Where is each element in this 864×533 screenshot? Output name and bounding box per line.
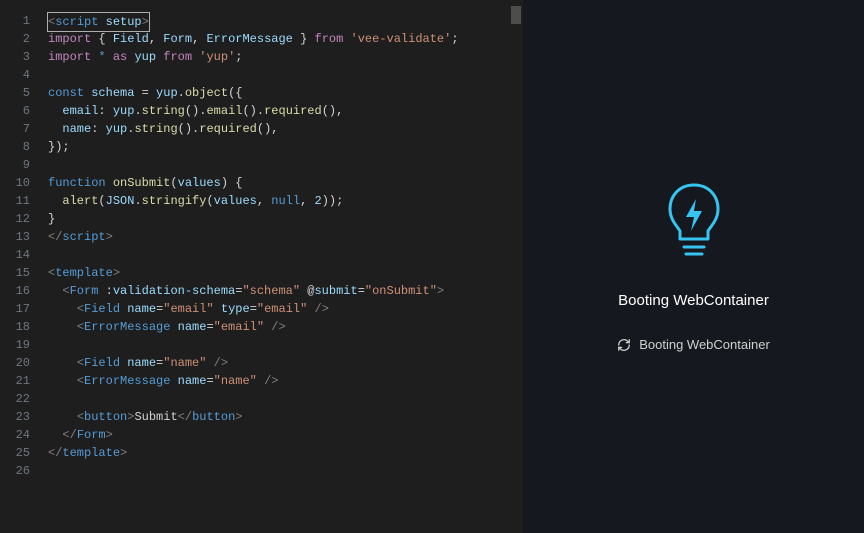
line-number: 4 bbox=[0, 66, 40, 84]
code-line[interactable] bbox=[48, 390, 515, 408]
code-line[interactable]: import { Field, Form, ErrorMessage } fro… bbox=[48, 30, 515, 48]
code-line[interactable]: <script setup> bbox=[48, 12, 515, 30]
line-number: 24 bbox=[0, 426, 40, 444]
code-line[interactable]: import * as yup from 'yup'; bbox=[48, 48, 515, 66]
line-number: 17 bbox=[0, 300, 40, 318]
line-gutter: 1234567891011121314151617181920212223242… bbox=[0, 0, 40, 480]
line-number: 23 bbox=[0, 408, 40, 426]
code-line[interactable]: const schema = yup.object({ bbox=[48, 84, 515, 102]
code-line[interactable]: </Form> bbox=[48, 426, 515, 444]
line-number: 6 bbox=[0, 102, 40, 120]
editor-scrollbar[interactable] bbox=[509, 0, 523, 533]
line-number: 3 bbox=[0, 48, 40, 66]
code-line[interactable]: }); bbox=[48, 138, 515, 156]
line-number: 20 bbox=[0, 354, 40, 372]
code-line[interactable] bbox=[48, 336, 515, 354]
code-line[interactable]: <Field name="email" type="email" /> bbox=[48, 300, 515, 318]
code-line[interactable] bbox=[48, 462, 515, 480]
code-line[interactable]: alert(JSON.stringify(values, null, 2)); bbox=[48, 192, 515, 210]
line-number: 5 bbox=[0, 84, 40, 102]
code-line[interactable]: <Form :validation-schema="schema" @submi… bbox=[48, 282, 515, 300]
line-number: 19 bbox=[0, 336, 40, 354]
code-line[interactable]: email: yup.string().email().required(), bbox=[48, 102, 515, 120]
code-line[interactable]: </template> bbox=[48, 444, 515, 462]
lightning-bulb-icon bbox=[662, 181, 726, 266]
code-line[interactable]: } bbox=[48, 210, 515, 228]
preview-pane: Booting WebContainer Booting WebContaine… bbox=[523, 0, 864, 533]
line-number: 2 bbox=[0, 30, 40, 48]
code-line[interactable]: <Field name="name" /> bbox=[48, 354, 515, 372]
line-number: 10 bbox=[0, 174, 40, 192]
preview-status-sub-text: Booting WebContainer bbox=[639, 337, 770, 352]
code-content[interactable]: <script setup>import { Field, Form, Erro… bbox=[48, 12, 515, 480]
code-editor[interactable]: 1234567891011121314151617181920212223242… bbox=[0, 0, 523, 533]
line-number: 12 bbox=[0, 210, 40, 228]
line-number: 18 bbox=[0, 318, 40, 336]
line-number: 25 bbox=[0, 444, 40, 462]
line-number: 26 bbox=[0, 462, 40, 480]
line-number: 22 bbox=[0, 390, 40, 408]
code-line[interactable] bbox=[48, 66, 515, 84]
line-number: 15 bbox=[0, 264, 40, 282]
scrollbar-thumb[interactable] bbox=[511, 6, 521, 24]
refresh-icon bbox=[617, 338, 631, 352]
line-number: 14 bbox=[0, 246, 40, 264]
line-number: 11 bbox=[0, 192, 40, 210]
code-line[interactable]: <ErrorMessage name="email" /> bbox=[48, 318, 515, 336]
line-number: 8 bbox=[0, 138, 40, 156]
line-number: 13 bbox=[0, 228, 40, 246]
code-line[interactable]: </script> bbox=[48, 228, 515, 246]
code-line[interactable]: name: yup.string().required(), bbox=[48, 120, 515, 138]
preview-status-sub: Booting WebContainer bbox=[617, 337, 770, 352]
line-number: 1 bbox=[0, 12, 40, 30]
code-line[interactable]: <button>Submit</button> bbox=[48, 408, 515, 426]
code-line[interactable] bbox=[48, 156, 515, 174]
line-number: 7 bbox=[0, 120, 40, 138]
code-line[interactable] bbox=[48, 246, 515, 264]
code-line[interactable]: <ErrorMessage name="name" /> bbox=[48, 372, 515, 390]
code-line[interactable]: <template> bbox=[48, 264, 515, 282]
line-number: 9 bbox=[0, 156, 40, 174]
preview-status-main: Booting WebContainer bbox=[618, 292, 769, 309]
line-number: 16 bbox=[0, 282, 40, 300]
code-line[interactable]: function onSubmit(values) { bbox=[48, 174, 515, 192]
line-number: 21 bbox=[0, 372, 40, 390]
